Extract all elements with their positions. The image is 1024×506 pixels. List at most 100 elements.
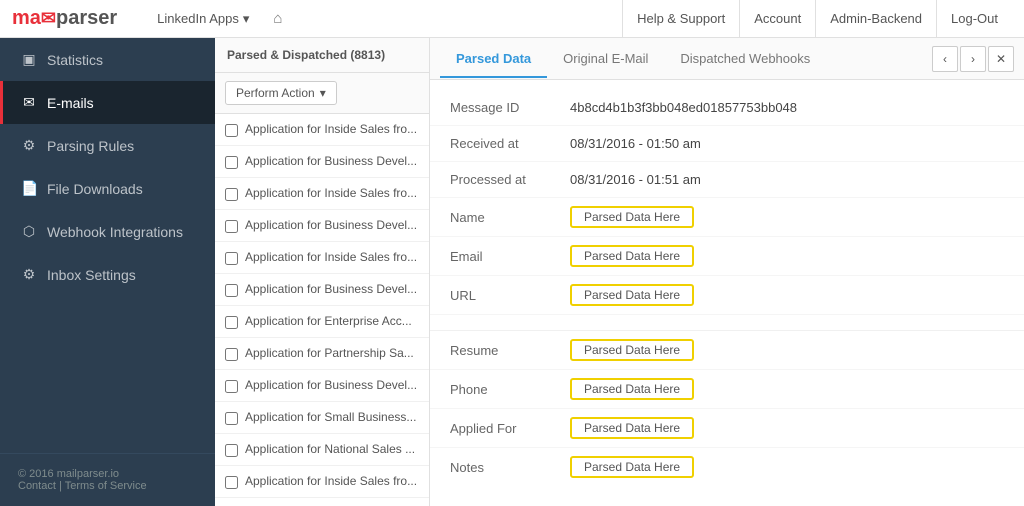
main-layout: ▣ Statistics ✉ E-mails ⚙ Parsing Rules 📄… — [0, 38, 1024, 506]
parsed-data-badge: Parsed Data Here — [570, 206, 694, 228]
email-subject: Application for National Sales ... — [245, 442, 415, 456]
logo-text: ma✉parser — [12, 7, 117, 30]
list-item[interactable]: Application for Inside Sales fro... — [215, 466, 429, 498]
email-subject: Application for Business Devel... — [245, 378, 417, 392]
sidebar: ▣ Statistics ✉ E-mails ⚙ Parsing Rules 📄… — [0, 38, 215, 506]
detail-row: PhoneParsed Data Here — [430, 370, 1024, 409]
email-subject: Application for Inside Sales fro... — [245, 250, 417, 264]
tab-navigation-buttons: ‹ › ✕ — [932, 46, 1014, 72]
detail-tabs: Parsed DataOriginal E-MailDispatched Web… — [430, 38, 1024, 80]
sidebar-item-file-downloads[interactable]: 📄 File Downloads — [0, 167, 215, 210]
logout-button[interactable]: Log-Out — [936, 0, 1012, 38]
email-subject: Application for Small Business... — [245, 410, 416, 424]
dropdown-arrow-icon: ▾ — [320, 86, 326, 100]
detail-field-value: 4b8cd4b1b3f3bb048ed01857753bb048 — [570, 100, 797, 115]
list-item[interactable]: Application for Enterprise Acc... — [215, 306, 429, 338]
detail-row: URLParsed Data Here — [430, 276, 1024, 315]
sidebar-item-statistics[interactable]: ▣ Statistics — [0, 38, 215, 81]
gear-icon: ⚙ — [21, 266, 37, 283]
detail-field-value: 08/31/2016 - 01:51 am — [570, 172, 701, 187]
list-item[interactable]: Application for Small Business... — [215, 498, 429, 506]
email-subject: Application for Inside Sales fro... — [245, 474, 417, 488]
detail-row: ResumeParsed Data Here — [430, 331, 1024, 370]
email-checkbox[interactable] — [225, 476, 238, 489]
sidebar-item-label: File Downloads — [47, 181, 143, 197]
home-button[interactable]: ⌂ — [265, 6, 290, 31]
detail-field-label: Name — [450, 210, 570, 225]
email-checkbox[interactable] — [225, 188, 238, 201]
list-item[interactable]: Application for Small Business... — [215, 402, 429, 434]
admin-backend-button[interactable]: Admin-Backend — [815, 0, 936, 38]
terms-link[interactable]: Terms of Service — [65, 480, 147, 492]
contact-link[interactable]: Contact — [18, 480, 56, 492]
perform-action-label: Perform Action — [236, 86, 315, 100]
list-item[interactable]: Application for National Sales ... — [215, 434, 429, 466]
sidebar-item-label: E-mails — [47, 95, 94, 111]
email-checkbox[interactable] — [225, 380, 238, 393]
sidebar-item-parsing-rules[interactable]: ⚙ Parsing Rules — [0, 124, 215, 167]
email-checkbox[interactable] — [225, 252, 238, 265]
detail-row: Received at08/31/2016 - 01:50 am — [430, 126, 1024, 162]
list-item[interactable]: Application for Business Devel... — [215, 274, 429, 306]
close-detail-button[interactable]: ✕ — [988, 46, 1014, 72]
chevron-down-icon: ▾ — [243, 11, 250, 27]
sidebar-item-emails[interactable]: ✉ E-mails — [0, 81, 215, 124]
detail-row: Message ID4b8cd4b1b3f3bb048ed01857753bb0… — [430, 90, 1024, 126]
list-item[interactable]: Application for Business Devel... — [215, 210, 429, 242]
nav-center: LinkedIn Apps ▾ ⌂ — [147, 6, 622, 31]
account-button[interactable]: Account — [739, 0, 815, 38]
bar-chart-icon: ▣ — [21, 51, 37, 68]
email-subject: Application for Enterprise Acc... — [245, 314, 412, 328]
tab-dispatched-webhooks[interactable]: Dispatched Webhooks — [664, 41, 826, 78]
email-checkbox[interactable] — [225, 444, 238, 457]
list-item[interactable]: Application for Business Devel... — [215, 146, 429, 178]
email-subject: Application for Partnership Sa... — [245, 346, 414, 360]
email-checkbox[interactable] — [225, 220, 238, 233]
detail-panel: Parsed DataOriginal E-MailDispatched Web… — [430, 38, 1024, 506]
email-checkbox[interactable] — [225, 124, 238, 137]
email-subject: Application for Business Devel... — [245, 218, 417, 232]
detail-field-label: Applied For — [450, 421, 570, 436]
detail-field-label: URL — [450, 288, 570, 303]
list-item[interactable]: Application for Business Devel... — [215, 370, 429, 402]
footer-links: Contact | Terms of Service — [18, 480, 197, 492]
logo: ma✉parser — [12, 7, 117, 30]
email-checkbox[interactable] — [225, 284, 238, 297]
detail-field-label: Processed at — [450, 172, 570, 187]
list-item[interactable]: Application for Partnership Sa... — [215, 338, 429, 370]
list-item[interactable]: Application for Inside Sales fro... — [215, 114, 429, 146]
tab-parsed-data[interactable]: Parsed Data — [440, 41, 547, 78]
email-list-panel: Parsed & Dispatched (8813) Perform Actio… — [215, 38, 430, 506]
email-checkbox[interactable] — [225, 156, 238, 169]
detail-field-label: Received at — [450, 136, 570, 151]
copyright-text: © 2016 mailparser.io — [18, 468, 197, 480]
detail-field-label: Notes — [450, 460, 570, 475]
detail-field-label: Resume — [450, 343, 570, 358]
email-subject: Application for Business Devel... — [245, 282, 417, 296]
perform-action-button[interactable]: Perform Action ▾ — [225, 81, 337, 105]
detail-field-value: 08/31/2016 - 01:50 am — [570, 136, 701, 151]
help-support-button[interactable]: Help & Support — [622, 0, 739, 38]
email-checkbox[interactable] — [225, 412, 238, 425]
parsed-data-badge: Parsed Data Here — [570, 417, 694, 439]
detail-row: NotesParsed Data Here — [430, 448, 1024, 486]
detail-field-label: Message ID — [450, 100, 570, 115]
previous-email-button[interactable]: ‹ — [932, 46, 958, 72]
list-item[interactable]: Application for Inside Sales fro... — [215, 178, 429, 210]
list-item[interactable]: Application for Inside Sales fro... — [215, 242, 429, 274]
detail-row: NameParsed Data Here — [430, 198, 1024, 237]
email-checkbox[interactable] — [225, 316, 238, 329]
next-email-button[interactable]: › — [960, 46, 986, 72]
webhook-icon: ⬡ — [21, 223, 37, 240]
email-checkbox[interactable] — [225, 348, 238, 361]
detail-field-label: Email — [450, 249, 570, 264]
email-subject: Application for Business Devel... — [245, 154, 417, 168]
top-navigation: ma✉parser LinkedIn Apps ▾ ⌂ Help & Suppo… — [0, 0, 1024, 38]
sidebar-item-webhook-integrations[interactable]: ⬡ Webhook Integrations — [0, 210, 215, 253]
linkedin-apps-dropdown[interactable]: LinkedIn Apps ▾ — [147, 7, 259, 31]
detail-row: EmailParsed Data Here — [430, 237, 1024, 276]
email-list-items: Application for Inside Sales fro... Appli… — [215, 114, 429, 506]
sidebar-item-inbox-settings[interactable]: ⚙ Inbox Settings — [0, 253, 215, 296]
tab-original-email[interactable]: Original E-Mail — [547, 41, 664, 78]
sidebar-item-label: Webhook Integrations — [47, 224, 183, 240]
